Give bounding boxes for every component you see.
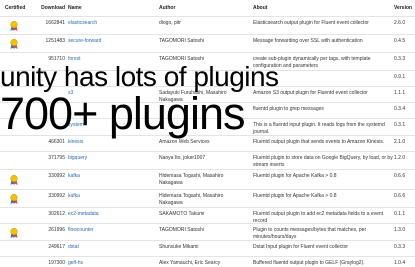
plugin-name-link[interactable]: bigquery — [68, 155, 138, 162]
plugin-version: 1.3.0 — [394, 227, 406, 233]
plugin-name-link[interactable]: kafka — [68, 173, 138, 180]
plugin-version: 0.6.6 — [394, 173, 406, 179]
download-count: 197300 — [48, 260, 65, 266]
plugin-about: Elasticsearch output plugin for Fluent e… — [253, 20, 369, 26]
plugin-author: Amazon Web Services — [159, 139, 210, 145]
table-header: Certified Download Name Author About Ver… — [0, 0, 415, 16]
plugin-author: diogo, pitr — [159, 20, 181, 26]
table-row: 1662841 elasticsearch diogo, pitr Elasticse… — [0, 16, 415, 35]
plugin-version: 0.3.4 — [394, 106, 406, 112]
plugin-name-link[interactable]: secure-forward — [68, 38, 138, 45]
plugin-author: Naoya Ito, joker1007 — [159, 155, 206, 161]
download-count: 249617 — [48, 244, 65, 250]
plugin-version: 1.0.4 — [394, 260, 406, 266]
download-count: 302612 — [48, 211, 65, 217]
download-count: 261996 — [48, 227, 65, 233]
plugin-author: TAGOMORI Satoshi — [159, 38, 204, 44]
plugin-about: Fluentd plugin for Apache Kafka > 0.8 — [253, 193, 337, 199]
header-certified: Certified — [5, 5, 26, 11]
certified-medal-icon — [10, 39, 18, 49]
header-download[interactable]: Download — [36, 5, 65, 12]
plugin-version: 0.1.1 — [394, 211, 406, 217]
plugin-about: Message forwarding over SSL with authent… — [253, 38, 363, 44]
plugin-about: This is a fluentd input plugin. It reads… — [253, 122, 385, 135]
download-count: 330992 — [48, 173, 65, 179]
plugin-version: 0.3.3 — [394, 244, 406, 250]
plugin-about: Plugin to counts messages/bytes that mat… — [253, 227, 367, 240]
plugin-about: fluentd plugin to grep messages — [253, 106, 324, 112]
plugin-about: Fluentd plugin to store data on Google B… — [253, 155, 393, 168]
certified-medal-icon — [10, 175, 18, 185]
table-row: 302612 ec2-metadata SAKAMOTO Takumi Fluentd… — [0, 207, 415, 224]
table-row: 330992 kafka Hidemasa Togashi, Masahiro Na… — [0, 169, 415, 190]
plugin-version: 1.1.1 — [394, 90, 406, 96]
download-count: 371795 — [48, 155, 65, 161]
plugin-version: 0.3.3 — [394, 56, 406, 62]
download-count: 1251483 — [45, 38, 65, 44]
table-row: 1251483 secure-forward TAGOMORI Satoshi Mes… — [0, 34, 415, 53]
plugin-about: Fluentd plugin for Apache Kafka > 0.8 — [253, 173, 337, 179]
download-count: 330992 — [48, 193, 65, 199]
plugin-name-link[interactable]: kafka — [68, 193, 138, 200]
plugin-name-link[interactable]: elasticsearch — [68, 20, 138, 27]
plugin-author: SAKAMOTO Takumi — [159, 211, 205, 217]
plugin-name-link[interactable]: ec2-metadata — [68, 211, 138, 218]
plugin-version: 2.6.0 — [394, 20, 406, 26]
plugin-author: Shunsuke Mikami — [159, 244, 199, 250]
plugin-author: Hidemasa Togashi, Masahiro Nakagawa — [159, 173, 224, 186]
header-author[interactable]: Author — [159, 5, 229, 12]
plugin-about: Dstat Input plugin for Fluent event coll… — [253, 244, 349, 250]
plugin-version: 0.9.1 — [394, 74, 406, 80]
certified-medal-icon — [10, 194, 18, 204]
plugin-version: 1.2.0 — [394, 155, 406, 161]
plugin-author: Hidemasa Togashi, Masahiro Nakagawa — [159, 193, 224, 206]
plugin-version: 2.1.0 — [394, 139, 406, 145]
header-name[interactable]: Name — [68, 5, 138, 12]
plugin-version: 0.3.1 — [394, 122, 406, 128]
plugin-author: TAGOMORI Satoshi — [159, 227, 204, 233]
table-row: 330992 kafka Hidemasa Togashi, Masahiro Na… — [0, 189, 415, 208]
plugin-about: Fluentd output plugin that sends events … — [253, 139, 385, 145]
header-about: About — [253, 5, 268, 11]
plugin-author: Alex Yamauchi, Eric Searcy — [159, 260, 221, 266]
certified-medal-icon — [10, 228, 18, 238]
overlay-caption: unity has lots of plugins — [0, 61, 279, 92]
plugin-name-link[interactable]: gelf-hs — [68, 260, 138, 267]
plugin-about: Buffered fluentd output plugin to GELF (… — [253, 260, 365, 266]
table-row: 261996 flowcounter TAGOMORI Satoshi Plugin … — [0, 223, 415, 241]
plugin-version: 0.4.5 — [394, 38, 406, 44]
header-version: Version — [394, 5, 413, 11]
table-row: 249617 dstat Shunsuke Mikami Dstat Input pl… — [0, 240, 415, 257]
plugin-name-link[interactable]: dstat — [68, 244, 138, 251]
certified-medal-icon — [10, 21, 18, 31]
table-row: 371795 bigquery Naoya Ito, joker1007 Fluent… — [0, 151, 415, 170]
plugin-name-link[interactable]: flowcounter — [68, 227, 138, 234]
plugin-version: 0.6.6 — [394, 193, 406, 199]
download-count: 466301 — [48, 139, 65, 145]
plugin-name-link[interactable]: kinesis — [68, 139, 138, 146]
download-count: 1662841 — [45, 20, 65, 26]
overlay-headline: 700+ plugins — [0, 88, 245, 139]
